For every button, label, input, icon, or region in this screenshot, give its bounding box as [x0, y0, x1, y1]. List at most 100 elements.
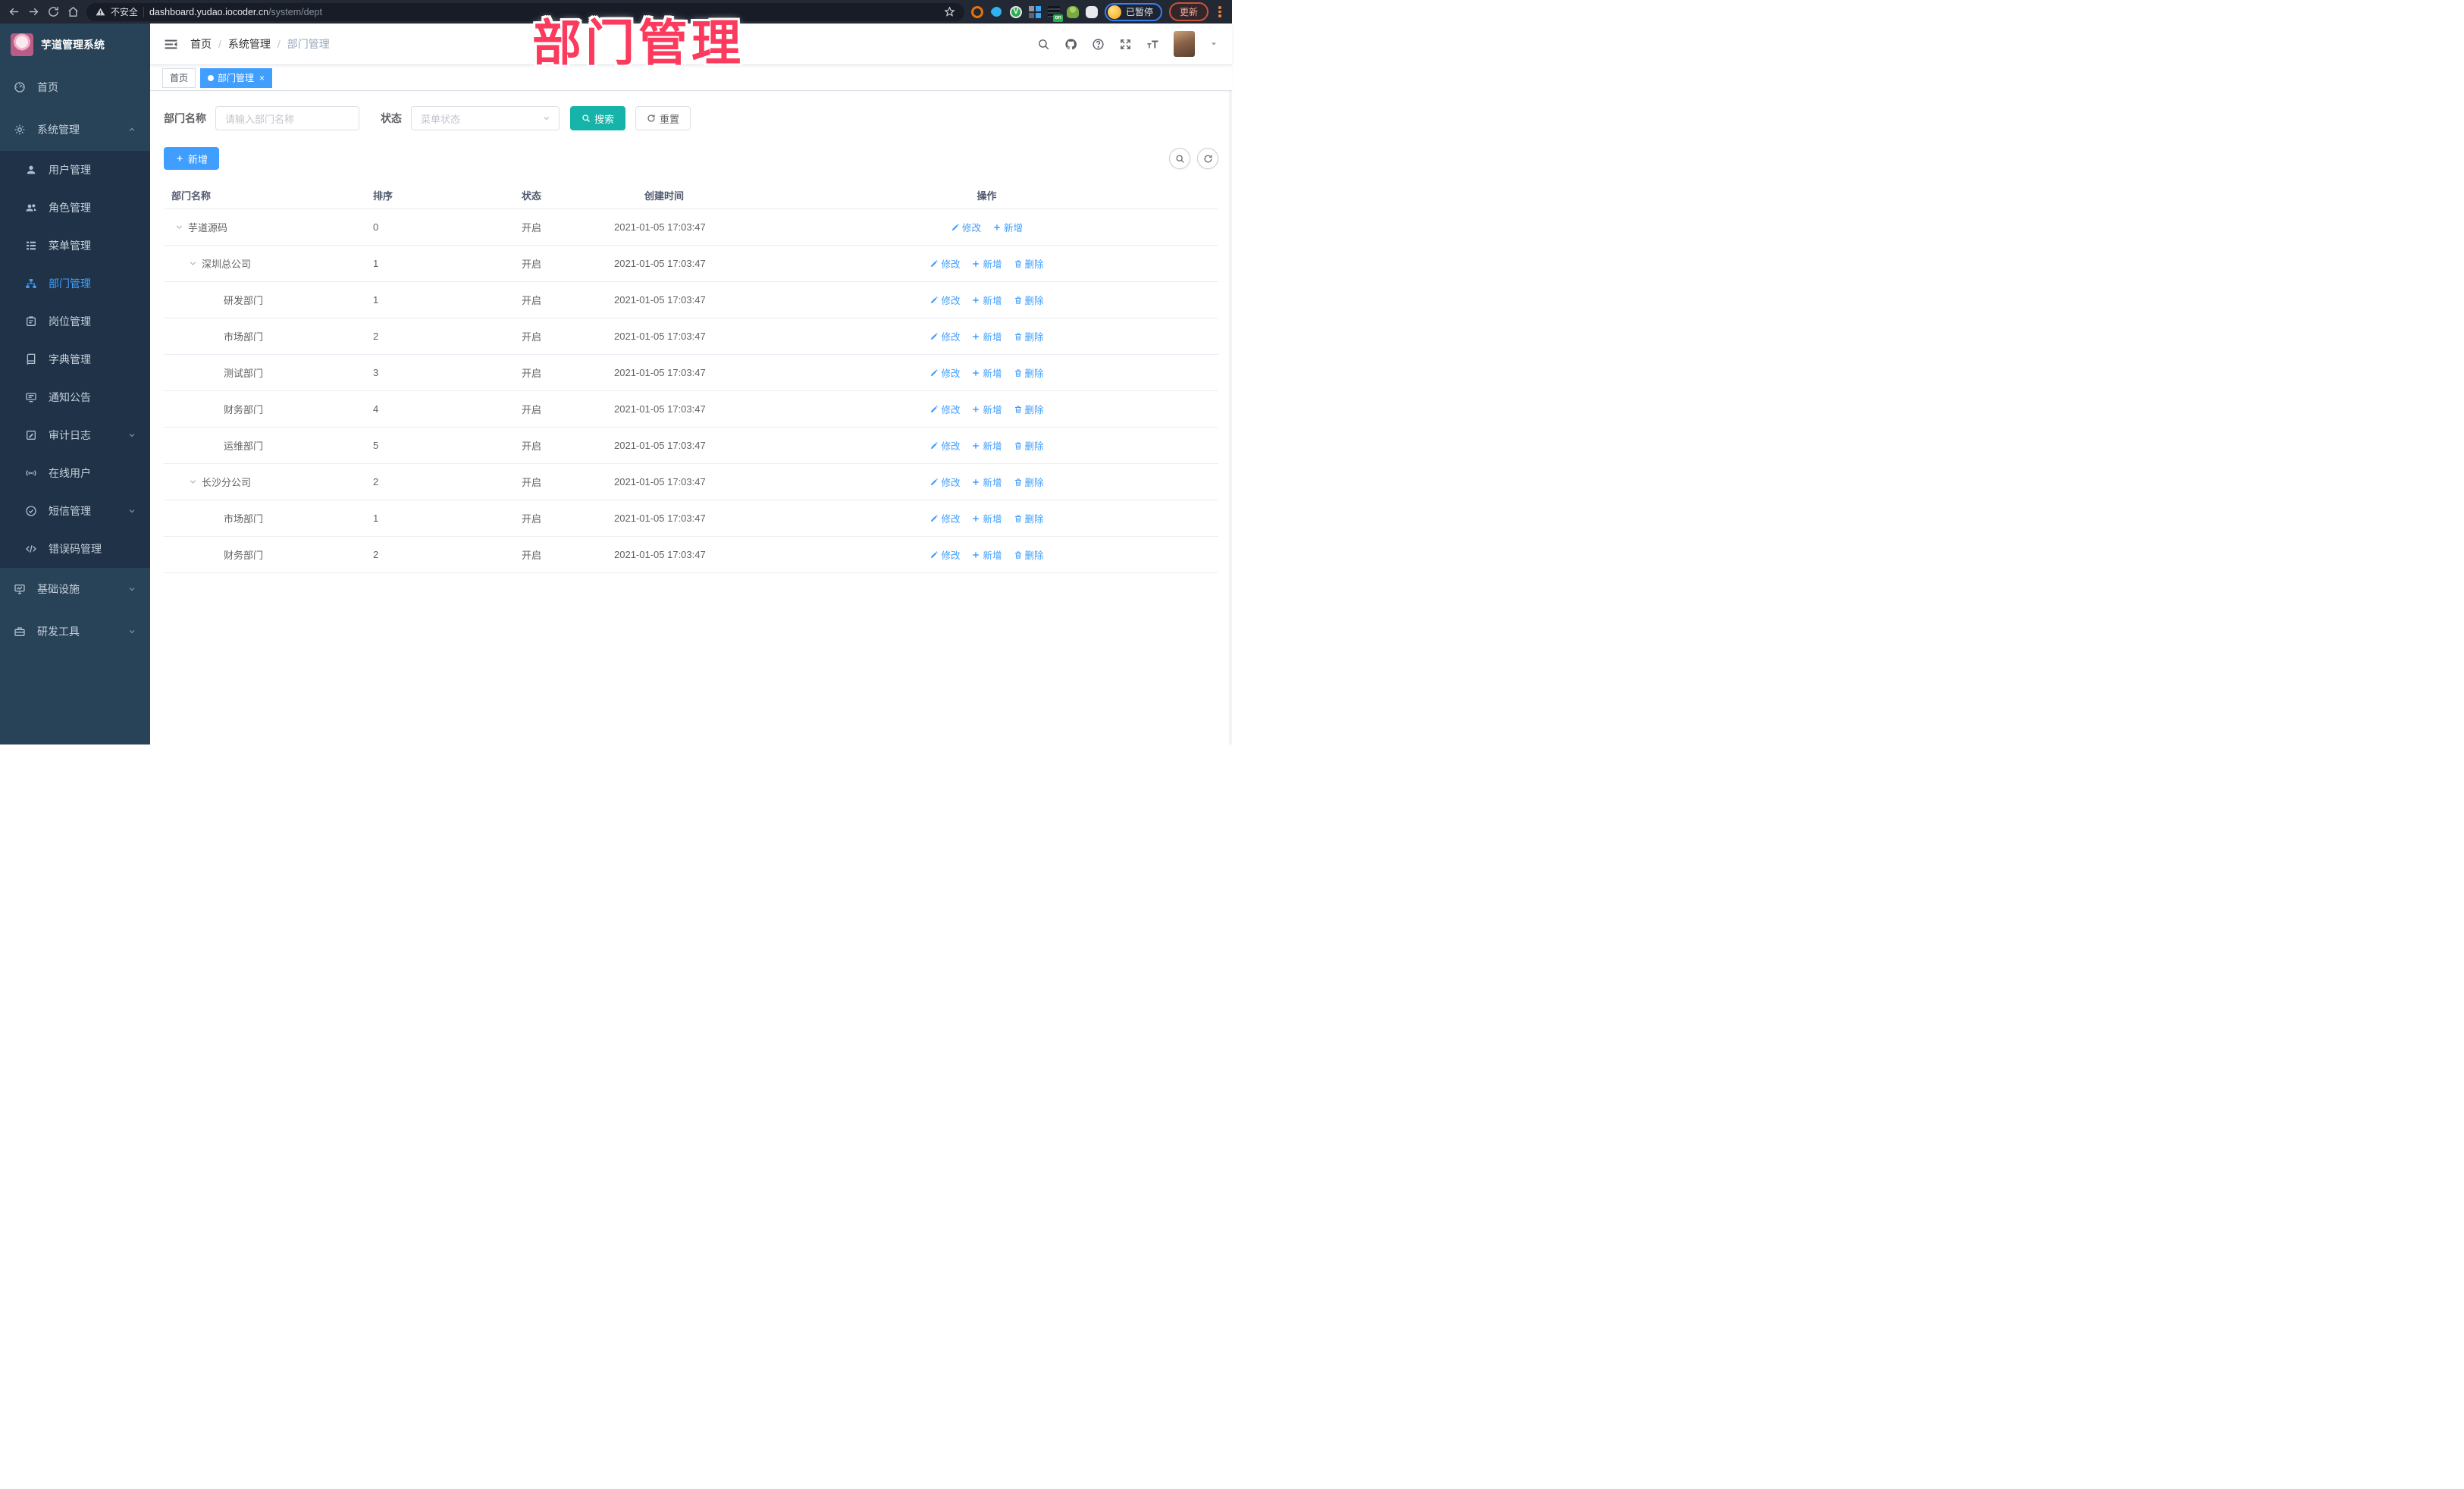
search-button[interactable]: 搜索 [570, 106, 626, 130]
sidebar-item-dict[interactable]: 字典管理 [0, 340, 150, 378]
sidebar-item-sms[interactable]: 短信管理 [0, 492, 150, 530]
bookmark-star-icon[interactable] [944, 6, 955, 17]
delete-link[interactable]: 删除 [1014, 402, 1044, 416]
edit-icon [929, 259, 939, 268]
sidebar-item-menu[interactable]: 菜单管理 [0, 227, 150, 265]
delete-link[interactable]: 删除 [1014, 547, 1044, 562]
chevron-down-icon[interactable] [1209, 39, 1218, 49]
extension-icon[interactable] [1028, 5, 1041, 18]
sort-value: 2 [373, 331, 379, 342]
delete-icon [1014, 296, 1023, 305]
delete-link[interactable]: 删除 [1014, 293, 1044, 307]
browser-menu-icon[interactable] [1218, 6, 1221, 17]
breadcrumb-home[interactable]: 首页 [190, 36, 212, 52]
expand-arrow-icon[interactable] [188, 477, 198, 487]
edit-link[interactable]: 修改 [929, 256, 960, 271]
extensions-puzzle-icon[interactable] [1085, 5, 1098, 18]
app-logo-row[interactable]: 芋道管理系统 [0, 24, 150, 66]
sidebar-item-role[interactable]: 角色管理 [0, 189, 150, 227]
delete-link[interactable]: 删除 [1014, 438, 1044, 453]
edit-link[interactable]: 修改 [929, 365, 960, 380]
add-button[interactable]: 新增 [164, 147, 220, 170]
extension-icon[interactable]: V [1009, 5, 1022, 18]
expand-arrow-icon[interactable] [174, 222, 184, 232]
edit-link[interactable]: 修改 [929, 511, 960, 525]
add-link[interactable]: 新增 [971, 438, 1002, 453]
tag-dept[interactable]: 部门管理 × [200, 67, 273, 88]
dept-name-input[interactable]: 请输入部门名称 [215, 106, 359, 130]
delete-link[interactable]: 删除 [1014, 365, 1044, 380]
add-link[interactable]: 新增 [971, 475, 1002, 489]
back-icon[interactable] [8, 5, 20, 18]
edit-link[interactable]: 修改 [929, 329, 960, 343]
extension-icon[interactable]: on [1047, 5, 1063, 22]
address-bar[interactable]: 不安全 dashboard.yudao.iocoder.cn/system/de… [86, 2, 964, 21]
font-size-icon[interactable] [1146, 38, 1159, 51]
sidebar-item-user[interactable]: 用户管理 [0, 151, 150, 189]
sidebar-item-notice[interactable]: 通知公告 [0, 378, 150, 416]
security-label[interactable]: 不安全 [111, 5, 138, 18]
search-icon[interactable] [1037, 38, 1050, 51]
close-icon[interactable]: × [259, 74, 265, 83]
breadcrumb-system[interactable]: 系统管理 [228, 36, 271, 52]
status-select[interactable]: 菜单状态 [411, 106, 560, 130]
reload-icon[interactable] [47, 5, 60, 18]
add-link[interactable]: 新增 [971, 547, 1002, 562]
tag-home[interactable]: 首页 [162, 67, 196, 88]
github-icon[interactable] [1064, 38, 1077, 51]
created-time: 2021-01-05 17:03:47 [614, 476, 706, 487]
sidebar-item-tools[interactable]: 研发工具 [0, 610, 150, 653]
add-link[interactable]: 新增 [971, 511, 1002, 525]
refresh-button[interactable] [1197, 148, 1218, 169]
sidebar-item-dept[interactable]: 部门管理 [0, 265, 150, 303]
delete-link[interactable]: 删除 [1014, 329, 1044, 343]
extension-icon[interactable] [1066, 5, 1079, 18]
forward-icon[interactable] [27, 5, 40, 18]
status-label: 状态 [381, 112, 402, 124]
column-header: 状态 [522, 190, 542, 202]
sidebar-item-errcode[interactable]: 错误码管理 [0, 530, 150, 568]
user-avatar[interactable] [1174, 31, 1195, 57]
reset-button[interactable]: 重置 [635, 106, 691, 130]
sidebar-item-infra[interactable]: 基础设施 [0, 568, 150, 610]
edit-link[interactable]: 修改 [929, 475, 960, 489]
delete-link[interactable]: 删除 [1014, 475, 1044, 489]
browser-update-button[interactable]: 更新 [1168, 2, 1208, 21]
fullscreen-icon[interactable] [1119, 38, 1132, 51]
delete-link[interactable]: 删除 [1014, 511, 1044, 525]
sidebar-item-post[interactable]: 岗位管理 [0, 303, 150, 340]
add-link[interactable]: 新增 [971, 365, 1002, 380]
sidebar-item-online[interactable]: 在线用户 [0, 454, 150, 492]
add-link[interactable]: 新增 [992, 220, 1023, 234]
add-link[interactable]: 新增 [971, 329, 1002, 343]
add-link[interactable]: 新增 [971, 293, 1002, 307]
app-logo [11, 33, 33, 56]
plus-icon [971, 441, 980, 450]
expand-arrow-icon[interactable] [188, 259, 198, 268]
edit-link[interactable]: 修改 [929, 402, 960, 416]
app-window: 芋道管理系统 首页 系统管理 用户管理 角色管理 菜单管理 部门管理 岗位管理 字典管理 通知公… [0, 24, 1232, 744]
extension-icon[interactable] [989, 5, 1004, 19]
created-time: 2021-01-05 17:03:47 [614, 331, 706, 342]
hamburger-icon[interactable] [164, 37, 178, 52]
add-link[interactable]: 新增 [971, 256, 1002, 271]
sidebar-item-system[interactable]: 系统管理 [0, 108, 150, 151]
help-icon[interactable] [1092, 38, 1105, 51]
home-icon[interactable] [67, 5, 80, 18]
edit-link[interactable]: 修改 [929, 547, 960, 562]
dept-name: 财务部门 [224, 404, 264, 415]
edit-link[interactable]: 修改 [929, 293, 960, 307]
search-icon [1175, 154, 1185, 164]
edit-link[interactable]: 修改 [929, 438, 960, 453]
edit-link[interactable]: 修改 [951, 220, 981, 234]
delete-link[interactable]: 删除 [1014, 256, 1044, 271]
sidebar-item-home[interactable]: 首页 [0, 66, 150, 108]
sidebar-item-audit[interactable]: 审计日志 [0, 416, 150, 454]
toggle-search-button[interactable] [1169, 148, 1190, 169]
chevron-down-icon [127, 431, 136, 440]
add-link[interactable]: 新增 [971, 402, 1002, 416]
extension-icon[interactable] [970, 5, 983, 18]
table-row: 深圳总公司 1 开启 2021-01-05 17:03:47 修改 新增 删除 [164, 246, 1218, 282]
browser-profile-chip[interactable]: 已暂停 [1104, 2, 1162, 21]
dept-table: 部门名称 排序 状态 创建时间 操作 芋道源码 0 开启 2021-01-05 17:… [164, 182, 1218, 573]
